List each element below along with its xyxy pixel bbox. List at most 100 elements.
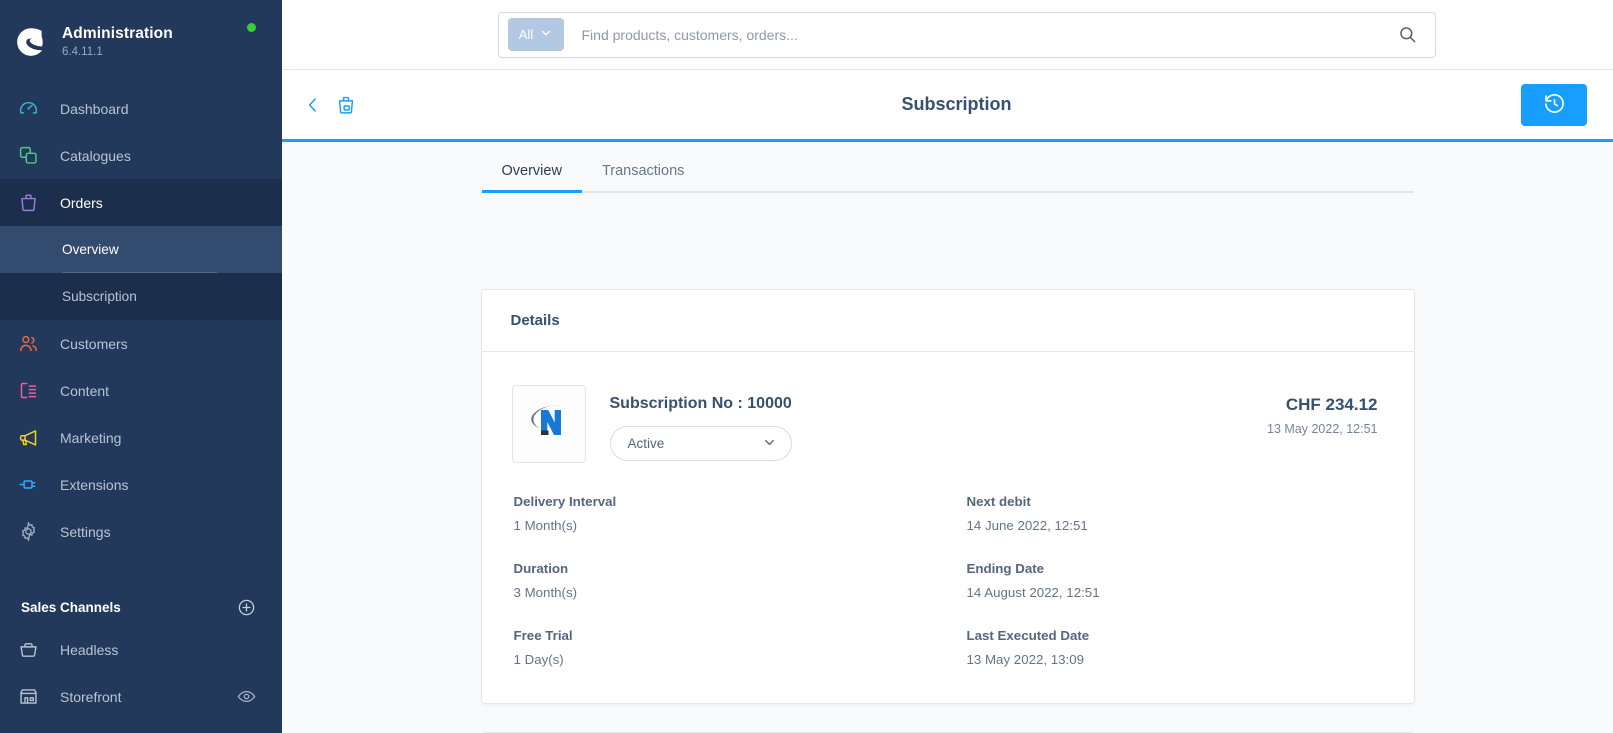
sidebar-item-orders-overview[interactable]: Overview	[0, 226, 282, 273]
orders-bag-icon	[14, 189, 42, 217]
field-label: Delivery Interval	[513, 494, 617, 509]
online-dot-icon	[247, 23, 256, 32]
field-value: 13 May 2022, 13:09	[966, 652, 1085, 667]
dashboard-gauge-icon	[14, 95, 42, 123]
eye-icon[interactable]	[237, 687, 256, 706]
sidebar-item-settings[interactable]: Settings	[0, 508, 282, 555]
detail-fields-grid: Delivery Interval 1 Month(s) Next debit …	[512, 494, 1378, 667]
sidebar-item-orders[interactable]: Orders	[0, 179, 282, 226]
brand-version: 6.4.11.1	[62, 45, 103, 58]
field-value: 1 Day(s)	[513, 652, 564, 667]
search-input[interactable]	[563, 26, 1398, 43]
brand-text: Administration 6.4.11.1	[62, 25, 173, 58]
sidebar-item-extensions[interactable]: Extensions	[0, 461, 282, 508]
global-search: All	[497, 11, 1436, 58]
history-restore-icon	[1543, 92, 1566, 118]
field-ending-date: Ending Date 14 August 2022, 12:51	[965, 561, 1378, 600]
sidebar-item-label: Extensions	[60, 476, 129, 493]
field-next-debit: Next debit 14 June 2022, 12:51	[965, 494, 1378, 533]
sidebar-nav: Dashboard Catalogues Orders Overview Sub…	[0, 85, 282, 555]
tab-bar: Overview Transactions	[282, 142, 1613, 193]
extensions-plug-icon	[14, 471, 42, 499]
magnifier-icon[interactable]	[1398, 25, 1429, 44]
details-card-title: Details	[510, 312, 560, 329]
top-search-bar: All	[282, 0, 1613, 70]
subscription-price: CHF 234.12	[1285, 395, 1378, 414]
settings-gear-icon	[14, 518, 42, 546]
sidebar: Administration 6.4.11.1 Dashboard Catalo…	[0, 0, 282, 733]
subscription-info: Subscription No : 10000 Active	[609, 385, 792, 461]
search-scope-label: All	[518, 27, 534, 42]
sidebar-item-label: Storefront	[60, 688, 122, 705]
plus-circle-icon[interactable]	[237, 598, 256, 617]
content-document-icon	[14, 377, 42, 405]
field-label: Duration	[513, 561, 569, 576]
field-label: Free Trial	[513, 628, 573, 643]
brand-header[interactable]: Administration 6.4.11.1	[0, 0, 282, 66]
field-value: 14 June 2022, 12:51	[966, 518, 1088, 533]
sidebar-item-content[interactable]: Content	[0, 367, 282, 414]
storefront-icon	[14, 683, 42, 711]
smart-bar: Subscription	[282, 70, 1613, 142]
status-dropdown[interactable]: Active	[609, 426, 792, 461]
field-delivery-interval: Delivery Interval 1 Month(s)	[512, 494, 965, 533]
tab-label: Overview	[501, 163, 562, 179]
sidebar-item-label: Settings	[60, 523, 111, 540]
brand-title: Administration	[62, 25, 173, 43]
page-title: Subscription	[901, 94, 1012, 114]
chevron-left-icon[interactable]	[304, 96, 322, 114]
sidebar-item-customers[interactable]: Customers	[0, 320, 282, 367]
blue-n-swoosh-logo-icon	[523, 396, 575, 453]
sidebar-item-label: Marketing	[60, 429, 122, 446]
field-label: Last Executed Date	[966, 628, 1090, 643]
subscription-summary: Subscription No : 10000 Active CHF 234.1…	[511, 385, 1378, 463]
shopware-logo-icon	[14, 25, 48, 59]
subscription-price-date: 13 May 2022, 12:51	[1267, 422, 1378, 436]
field-value: 1 Month(s)	[513, 518, 578, 533]
history-restore-button[interactable]	[1521, 83, 1587, 126]
tab-label: Transactions	[601, 163, 685, 179]
tab-bar-inner: Overview Transactions	[481, 142, 1414, 193]
sidebar-item-headless[interactable]: Headless	[0, 626, 282, 673]
tab-transactions[interactable]: Transactions	[582, 151, 704, 191]
field-value: 14 August 2022, 12:51	[966, 585, 1100, 600]
catalogues-copy-icon	[14, 142, 42, 170]
field-last-executed-date: Last Executed Date 13 May 2022, 13:09	[965, 628, 1378, 667]
smart-bar-left-actions	[304, 94, 357, 116]
subscription-number: Subscription No : 10000	[609, 395, 792, 412]
customers-people-icon	[14, 330, 42, 358]
sidebar-item-label: Catalogues	[60, 147, 131, 164]
app-root: Administration 6.4.11.1 Dashboard Catalo…	[0, 0, 1613, 733]
sidebar-item-storefront[interactable]: Storefront	[0, 673, 282, 720]
sidebar-item-label: Customers	[60, 335, 128, 352]
field-free-trial: Free Trial 1 Day(s)	[512, 628, 965, 667]
sidebar-item-label: Content	[60, 382, 110, 399]
sidebar-subitem-label: Overview	[62, 242, 119, 257]
field-value: 3 Month(s)	[513, 585, 578, 600]
subscription-thumbnail	[511, 385, 586, 463]
sidebar-item-label: Dashboard	[60, 100, 129, 117]
sales-channels-title: Sales Channels	[21, 599, 121, 615]
chevron-down-icon	[763, 436, 776, 452]
tab-overview[interactable]: Overview	[481, 151, 583, 193]
field-duration: Duration 3 Month(s)	[512, 561, 965, 600]
sidebar-item-orders-subscription[interactable]: Subscription	[0, 273, 282, 320]
marketing-megaphone-icon	[14, 424, 42, 452]
main-area: All Find products, customers, orders... …	[282, 0, 1613, 733]
field-label: Ending Date	[966, 561, 1045, 576]
search-scope-dropdown[interactable]: All	[507, 18, 564, 51]
sidebar-item-catalogues[interactable]: Catalogues	[0, 132, 282, 179]
details-card-body: Subscription No : 10000 Active CHF 234.1…	[482, 352, 1414, 703]
chevron-down-icon	[540, 27, 552, 42]
sales-channels-header: Sales Channels	[0, 588, 282, 626]
sidebar-item-label: Orders	[60, 194, 103, 211]
field-label: Next debit	[966, 494, 1031, 509]
basket-icon	[14, 636, 42, 664]
order-bag-lock-icon[interactable]	[335, 94, 357, 116]
content-area: Overview Transactions Details Subscripti…	[282, 142, 1613, 733]
status-value: Active	[627, 436, 665, 451]
sidebar-subitem-label: Subscription	[62, 289, 137, 304]
details-card-header: Details	[481, 290, 1414, 352]
sidebar-item-dashboard[interactable]: Dashboard	[0, 85, 282, 132]
sidebar-item-marketing[interactable]: Marketing	[0, 414, 282, 461]
